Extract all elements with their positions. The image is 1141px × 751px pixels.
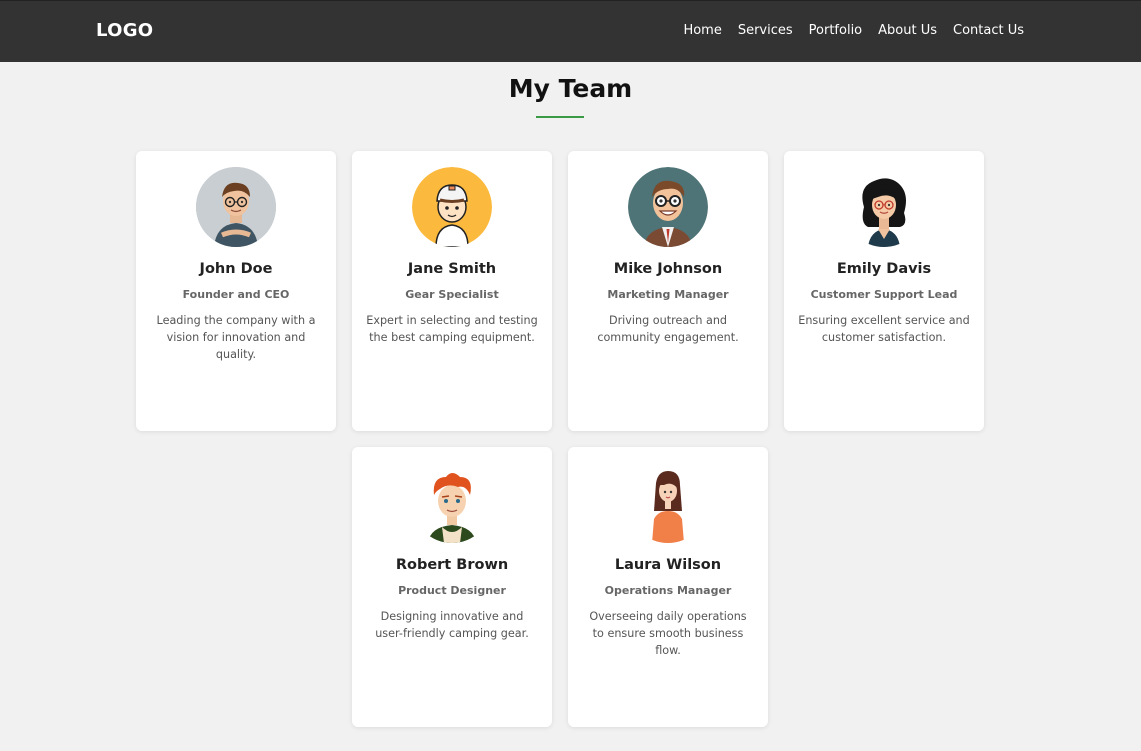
team-member-role: Gear Specialist <box>405 288 499 301</box>
team-member-bio: Expert in selecting and testing the best… <box>366 314 538 344</box>
team-member-name: Robert Brown <box>395 557 509 573</box>
man-glasses-avatar <box>196 167 276 247</box>
team-member-name: John Doe <box>199 261 273 277</box>
team-member-role: Customer Support Lead <box>810 288 958 301</box>
team-card: Mike Johnson Marketing Manager Driving o… <box>568 151 768 431</box>
page-title: My Team <box>508 74 633 103</box>
team-member-bio: Overseeing daily operations to ensure sm… <box>589 610 747 657</box>
team-member-name: Emily Davis <box>836 261 932 277</box>
team-card: Emily Davis Customer Support Lead Ensuri… <box>784 151 984 431</box>
title-underline <box>536 116 584 118</box>
team-member-bio: Designing innovative and user-friendly c… <box>375 610 529 640</box>
team-card: Robert Brown Product Designer Designing … <box>352 447 552 727</box>
nav-link-contact-us[interactable]: Contact Us <box>953 23 1024 38</box>
team-member-bio: Leading the company with a vision for in… <box>156 314 316 361</box>
team-member-role: Marketing Manager <box>607 288 729 301</box>
smiling-man-glasses-avatar <box>628 167 708 247</box>
team-member-name: Jane Smith <box>407 261 497 277</box>
team-member-bio: Ensuring excellent service and customer … <box>798 314 970 344</box>
team-card: Laura Wilson Operations Manager Overseei… <box>568 447 768 727</box>
team-card: John Doe Founder and CEO Leading the com… <box>136 151 336 431</box>
logo[interactable]: LOGO <box>96 20 153 41</box>
team-member-role: Product Designer <box>398 584 506 597</box>
nav-link-services[interactable]: Services <box>738 23 793 38</box>
team-member-role: Founder and CEO <box>182 288 290 301</box>
woman-orange-top-avatar <box>628 463 708 543</box>
top-navbar: LOGO Home Services Portfolio About Us Co… <box>0 0 1141 62</box>
team-member-name: Laura Wilson <box>614 557 722 573</box>
main-nav: Home Services Portfolio About Us Contact… <box>683 23 1024 38</box>
nav-link-home[interactable]: Home <box>683 23 721 38</box>
woman-glasses-avatar <box>844 167 924 247</box>
boy-cap-avatar <box>412 167 492 247</box>
nav-link-portfolio[interactable]: Portfolio <box>809 23 862 38</box>
team-member-role: Operations Manager <box>604 584 732 597</box>
nav-link-about-us[interactable]: About Us <box>878 23 937 38</box>
red-hair-man-avatar <box>412 463 492 543</box>
team-member-bio: Driving outreach and community engagemen… <box>597 314 739 344</box>
team-card: Jane Smith Gear Specialist Expert in sel… <box>352 151 552 431</box>
team-member-name: Mike Johnson <box>613 261 723 277</box>
